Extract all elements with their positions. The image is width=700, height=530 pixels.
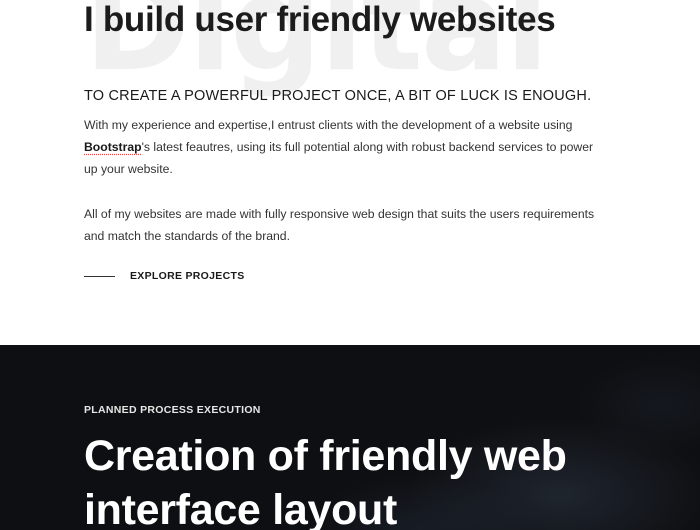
bootstrap-link[interactable]: Bootstrap [84, 140, 142, 154]
about-subheading: TO CREATE A POWERFUL PROJECT ONCE, A BIT… [84, 88, 592, 104]
explore-line-decoration [84, 275, 115, 277]
process-heading: Creation of friendly web interface layou… [84, 432, 567, 530]
paragraph-1-text-start: With my experience and expertise,I entru… [84, 118, 573, 132]
about-heading: I build user friendly websites [84, 0, 556, 39]
about-paragraph-2: All of my websites are made with fully r… [84, 207, 595, 243]
explore-projects-link[interactable]: EXPLORE PROJECTS [84, 270, 245, 282]
process-overline: PLANNED PROCESS EXECUTION [84, 404, 261, 416]
process-section: PLANNED PROCESS EXECUTION Creation of fr… [0, 345, 700, 530]
paragraph-1-text-end: 's latest feautres, using its full poten… [84, 140, 594, 176]
about-section: Digital I build user friendly websites T… [0, 0, 700, 345]
about-paragraph-1: With my experience and expertise,I entru… [84, 114, 604, 180]
explore-projects-label: EXPLORE PROJECTS [130, 270, 245, 282]
